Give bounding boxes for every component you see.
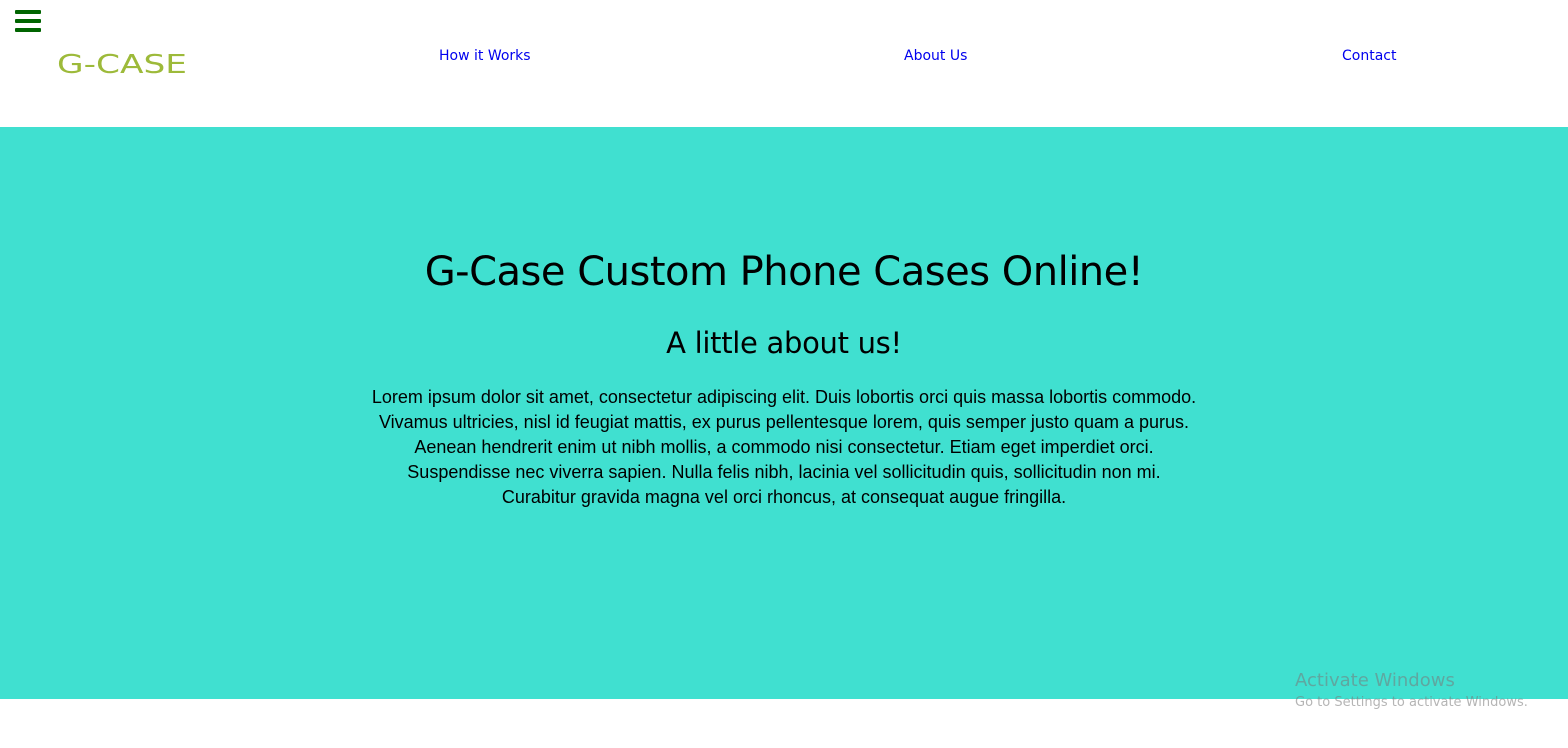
nav-link-about-us[interactable]: About Us (904, 48, 967, 64)
nav-link-how-it-works[interactable]: How it Works (439, 48, 531, 64)
watermark-subtitle: Go to Settings to activate Windows. (1295, 695, 1528, 710)
hero-title: G-Case Custom Phone Cases Online! (424, 249, 1144, 295)
windows-activation-watermark: Activate Windows Go to Settings to activ… (1295, 670, 1528, 714)
logo-text: G-CASE (57, 50, 187, 77)
hero-section: G-Case Custom Phone Cases Online! A litt… (0, 127, 1568, 699)
hamburger-bar (15, 28, 41, 32)
nav-link-contact[interactable]: Contact (1342, 48, 1396, 64)
body-line: Lorem ipsum dolor sit amet, consectetur … (371, 387, 1197, 407)
logo[interactable]: G-CASE (57, 49, 189, 77)
hamburger-menu-icon[interactable] (15, 10, 41, 32)
body-line: Suspendisse nec viverra sapien. Nulla fe… (407, 462, 1161, 482)
site-header: G-CASE How it Works About Us Contact (0, 0, 1568, 127)
body-line: Vivamus ultricies, nisl id feugiat matti… (378, 412, 1190, 432)
hamburger-bar (15, 19, 41, 23)
body-line: Aenean hendrerit enim ut nibh mollis, a … (414, 437, 1154, 457)
hero-body-text: Lorem ipsum dolor sit amet, consectetur … (334, 385, 1234, 510)
page: G-CASE How it Works About Us Contact G-C… (0, 0, 1568, 748)
body-line: Curabitur gravida magna vel orci rhoncus… (501, 487, 1067, 507)
hamburger-bar (15, 10, 41, 14)
watermark-title: Activate Windows (1295, 670, 1455, 691)
hero-subtitle: A little about us! (666, 326, 902, 360)
